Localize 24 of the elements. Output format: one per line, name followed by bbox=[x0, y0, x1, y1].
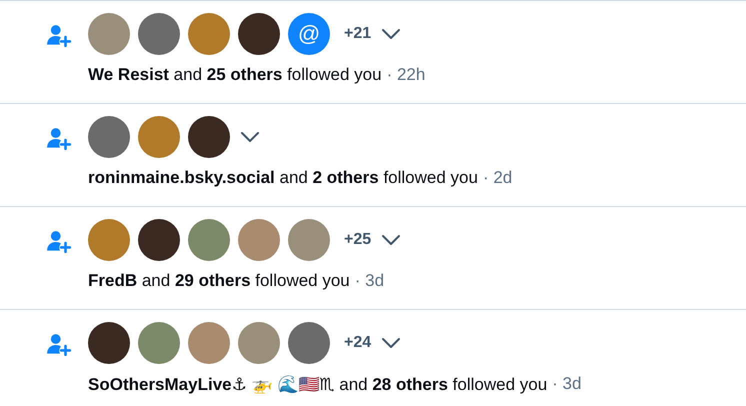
chevron-down-icon[interactable] bbox=[381, 234, 402, 246]
timestamp: · 3d bbox=[354, 271, 384, 291]
avatar-photo-placeholder[interactable] bbox=[238, 13, 280, 55]
default-avatar[interactable]: @ bbox=[288, 13, 330, 55]
person-plus-icon bbox=[46, 332, 72, 358]
timestamp: · 22h bbox=[386, 65, 426, 85]
person-plus-icon bbox=[46, 229, 72, 255]
notification-text: SoOthersMayLive⚓ 🚁 🌊🇺🇸♏ and 28 others followed you bbox=[88, 374, 548, 395]
more-count: +24 bbox=[344, 334, 372, 352]
more-count: +21 bbox=[344, 25, 372, 43]
person-plus-icon bbox=[46, 23, 72, 49]
more-count: +25 bbox=[344, 231, 372, 249]
timestamp: · 2d bbox=[482, 168, 512, 188]
timestamp: · 3d bbox=[552, 374, 582, 395]
chevron-down-icon[interactable] bbox=[240, 131, 260, 143]
person-plus-icon bbox=[46, 126, 72, 152]
notification-text: FredB and 29 others followed you bbox=[88, 271, 350, 291]
notification-text: roninmaine.bsky.social and 2 others followed you bbox=[88, 168, 478, 188]
notification-text: We Resist and 25 others followed you bbox=[88, 65, 382, 85]
chevron-down-icon[interactable] bbox=[381, 28, 402, 40]
avatar-photo-placeholder[interactable] bbox=[138, 219, 180, 261]
avatar-photo-placeholder[interactable] bbox=[188, 116, 230, 158]
avatar-photo-placeholder[interactable] bbox=[88, 322, 130, 364]
chevron-down-icon[interactable] bbox=[381, 337, 402, 349]
